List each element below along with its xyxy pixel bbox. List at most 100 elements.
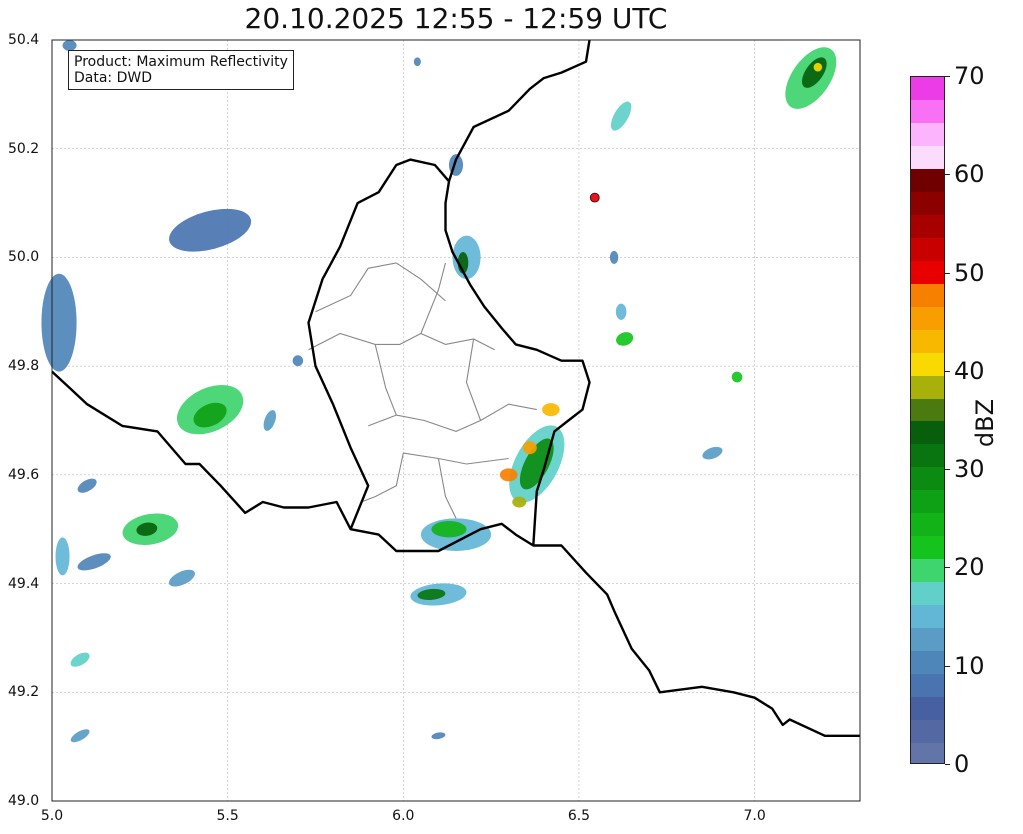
radar-echo bbox=[542, 403, 560, 417]
colorbar-band bbox=[911, 742, 944, 763]
regional-border-line bbox=[360, 452, 404, 503]
colorbar-band bbox=[911, 191, 944, 216]
colorbar-band bbox=[911, 581, 944, 605]
colorbar-band bbox=[911, 558, 944, 583]
plot-frame bbox=[51, 39, 861, 802]
colorbar-band bbox=[911, 145, 944, 170]
radar-echo bbox=[55, 537, 70, 576]
y-tick-label: 50.2 bbox=[8, 140, 40, 157]
y-tick-label: 49.8 bbox=[8, 358, 40, 375]
colorbar-tick-mark bbox=[945, 76, 950, 77]
colorbar-tick-label: 60 bbox=[954, 160, 985, 189]
colorbar-band bbox=[911, 99, 944, 124]
colorbar-band bbox=[911, 512, 944, 537]
colorbar-band bbox=[911, 283, 944, 307]
national-border-line bbox=[51, 370, 860, 737]
location-markers bbox=[589, 192, 600, 203]
regional-border-line bbox=[437, 458, 457, 519]
radar-echo bbox=[169, 208, 252, 252]
colorbar-tick-label: 30 bbox=[954, 455, 985, 484]
y-tick-label: 49.2 bbox=[8, 684, 40, 701]
regional-border-line bbox=[465, 338, 482, 421]
radar-echo bbox=[168, 569, 196, 587]
regional-border-line bbox=[403, 452, 509, 465]
radar-echo bbox=[70, 652, 90, 667]
map-gridlines bbox=[51, 39, 860, 802]
regional-border-line bbox=[396, 403, 537, 432]
colorbar-band bbox=[911, 535, 944, 560]
colorbar-band bbox=[911, 237, 944, 261]
radar-echo bbox=[431, 732, 446, 740]
info-box: Product: Maximum Reflectivity Data: DWD bbox=[68, 50, 294, 90]
colorbar-band bbox=[911, 77, 944, 101]
colorbar-band bbox=[911, 489, 944, 514]
radar-echo bbox=[615, 303, 627, 320]
colorbar-band bbox=[911, 421, 944, 445]
colorbar-band bbox=[911, 214, 944, 239]
colorbar-band bbox=[911, 398, 944, 422]
colorbar-tick-label: 50 bbox=[954, 258, 985, 287]
radar-echo bbox=[512, 496, 527, 508]
radar-echo bbox=[263, 410, 277, 431]
colorbar-tick-mark bbox=[945, 272, 950, 274]
radar-echo bbox=[41, 273, 77, 372]
regional-border-line bbox=[368, 344, 398, 427]
radar-echo bbox=[499, 468, 518, 482]
radar-echo bbox=[431, 521, 467, 538]
radar-echo bbox=[702, 446, 723, 460]
y-tick-label: 49.4 bbox=[8, 575, 40, 592]
colorbar-band bbox=[911, 696, 944, 720]
x-tick-label: 6.5 bbox=[567, 808, 591, 824]
national-borders bbox=[51, 39, 860, 737]
x-tick-label: 6.0 bbox=[392, 808, 415, 824]
x-tick-label: 5.5 bbox=[216, 808, 239, 824]
regional-border-line bbox=[308, 332, 495, 351]
radar-echo bbox=[292, 355, 304, 367]
colorbar-band bbox=[911, 352, 944, 376]
colorbar-tick-mark bbox=[945, 764, 950, 765]
colorbar-tick-label: 0 bbox=[954, 750, 970, 778]
colorbar-band bbox=[911, 466, 944, 491]
colorbar-tick-label: 40 bbox=[954, 356, 985, 385]
y-tick-label: 50.0 bbox=[8, 249, 40, 266]
radar-echo bbox=[616, 332, 634, 346]
colorbar-band bbox=[911, 673, 944, 697]
colorbar-tick-mark bbox=[945, 567, 950, 569]
colorbar-tick-mark bbox=[945, 469, 950, 471]
location-marker bbox=[589, 192, 600, 203]
colorbar-band bbox=[911, 329, 944, 353]
y-tick-label: 50.4 bbox=[8, 32, 40, 48]
x-tick-label: 5.0 bbox=[40, 808, 64, 824]
radar-echo bbox=[413, 57, 421, 67]
regional-border-line bbox=[395, 262, 446, 302]
colorbar-band bbox=[911, 627, 944, 651]
x-tick-label: 7.0 bbox=[743, 808, 766, 824]
radar-map bbox=[41, 39, 861, 802]
colorbar-tick-label: 10 bbox=[954, 651, 985, 680]
radar-echo bbox=[70, 729, 90, 743]
colorbar-band bbox=[911, 260, 944, 284]
colorbar-band bbox=[911, 443, 944, 468]
y-tick-label: 49.0 bbox=[8, 793, 40, 809]
colorbar-band bbox=[911, 168, 944, 193]
colorbar-band bbox=[911, 604, 944, 628]
radar-echo bbox=[610, 101, 632, 131]
y-tick-label: 49.6 bbox=[8, 466, 40, 483]
radar-echo bbox=[731, 371, 743, 383]
colorbar-tick-mark bbox=[945, 174, 950, 176]
colorbar bbox=[910, 76, 945, 764]
colorbar-label: dBZ bbox=[971, 398, 999, 448]
colorbar-tick-mark bbox=[945, 665, 950, 667]
radar-echo bbox=[609, 250, 619, 264]
colorbar-band bbox=[911, 375, 944, 399]
radar-echo bbox=[77, 478, 97, 493]
colorbar-tick-label: 20 bbox=[954, 553, 985, 582]
colorbar-band bbox=[911, 306, 944, 330]
data-source-label: Data: DWD bbox=[74, 70, 152, 86]
colorbar-tick-label: 70 bbox=[954, 62, 985, 90]
radar-echoes bbox=[41, 40, 837, 743]
colorbar-band bbox=[911, 650, 944, 674]
colorbar-band bbox=[911, 122, 944, 147]
product-label: Product: Maximum Reflectivity bbox=[74, 54, 288, 70]
radar-echo bbox=[522, 441, 537, 455]
